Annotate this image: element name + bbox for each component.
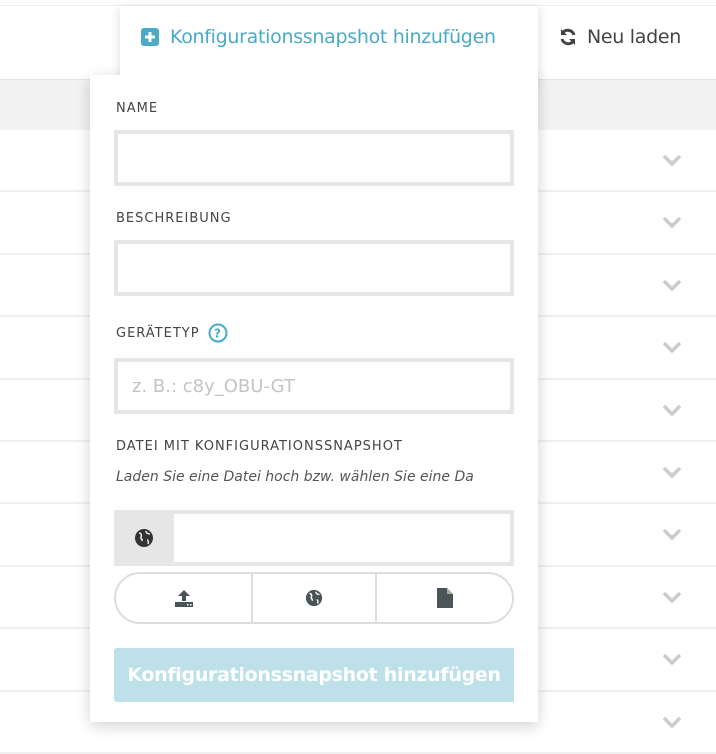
file-label: DATEI MIT KONFIGURATIONSSNAPSHOT	[116, 439, 403, 454]
submit-button[interactable]: Konfigurationssnapshot hinzufügen	[114, 648, 514, 702]
help-icon[interactable]: ?	[208, 323, 228, 343]
refresh-icon	[560, 28, 576, 46]
plus-square-icon	[141, 28, 159, 46]
url-input-group	[114, 510, 514, 566]
chevron-down-icon[interactable]	[662, 154, 682, 166]
add-snapshot-dropdown: NAME BESCHREIBUNG GERÄTETYP ? DATEI MIT …	[90, 75, 538, 722]
add-snapshot-label: Konfigurationssnapshot hinzufügen	[170, 26, 496, 48]
description-label: BESCHREIBUNG	[116, 211, 232, 226]
globe-icon	[114, 510, 174, 566]
device-type-input[interactable]	[114, 358, 514, 414]
chevron-down-icon[interactable]	[662, 591, 682, 603]
globe-icon	[305, 589, 323, 607]
add-snapshot-toggle[interactable]: Konfigurationssnapshot hinzufügen	[140, 26, 496, 48]
existing-file-option[interactable]	[377, 574, 512, 622]
chevron-down-icon[interactable]	[662, 216, 682, 229]
chevron-down-icon[interactable]	[662, 466, 682, 478]
tab-panel-join	[120, 60, 538, 90]
file-hint: Laden Sie eine Datei hoch bzw. wählen Si…	[116, 469, 474, 485]
device-type-label-row: GERÄTETYP ?	[116, 323, 228, 343]
chevron-down-icon[interactable]	[662, 404, 682, 416]
url-input[interactable]	[174, 514, 510, 562]
chevron-down-icon[interactable]	[662, 279, 682, 291]
chevron-down-icon[interactable]	[662, 653, 682, 666]
file-icon	[436, 588, 453, 608]
name-label: NAME	[116, 101, 159, 116]
name-input[interactable]	[114, 130, 514, 186]
file-source-selector	[114, 572, 514, 624]
svg-text:?: ?	[214, 327, 222, 341]
device-type-label: GERÄTETYP	[116, 325, 200, 341]
chevron-down-icon[interactable]	[662, 341, 682, 354]
chevron-down-icon[interactable]	[662, 716, 682, 728]
reload-button[interactable]: Neu laden	[558, 26, 681, 48]
upload-option[interactable]	[116, 574, 253, 622]
upload-icon	[174, 590, 193, 607]
chevron-down-icon[interactable]	[662, 528, 682, 541]
reload-label: Neu laden	[587, 26, 681, 48]
description-input[interactable]	[114, 240, 514, 296]
url-option[interactable]	[253, 574, 377, 622]
